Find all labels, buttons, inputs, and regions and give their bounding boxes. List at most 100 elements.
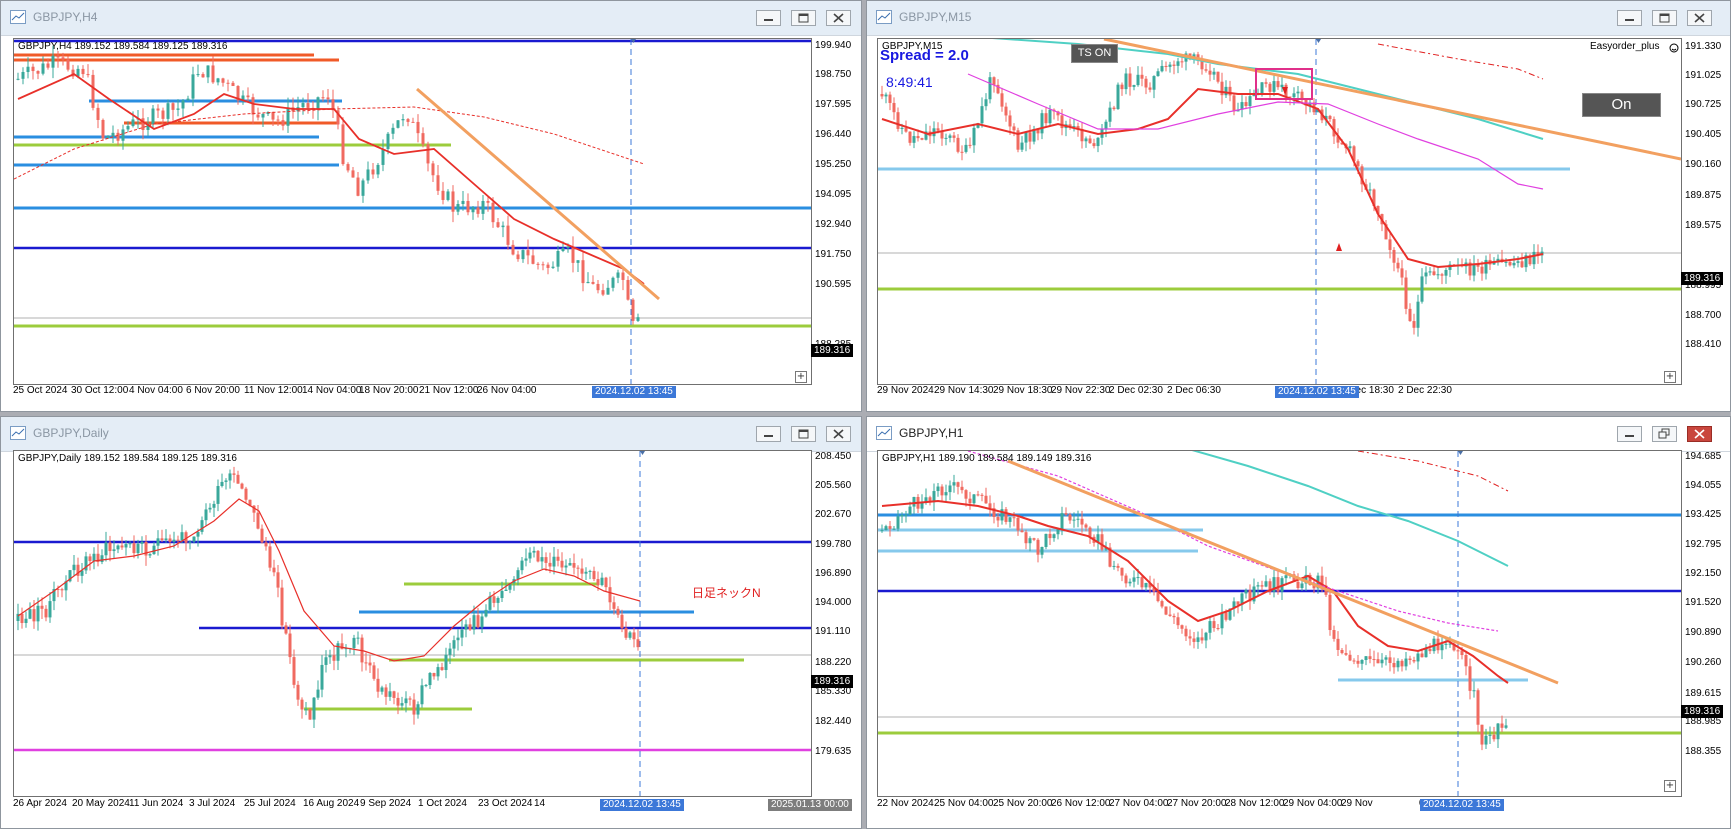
minimize-button[interactable] <box>1617 426 1642 442</box>
candle-body <box>596 283 600 291</box>
zoom-plus-icon[interactable]: + <box>1664 371 1676 383</box>
chart-window-h4[interactable]: GBPJPY,H4 GBPJPY,H4 189.152 189.584 189.… <box>0 0 862 412</box>
candle-body <box>1168 64 1172 67</box>
candle-body <box>536 550 540 562</box>
candlestick-plot[interactable] <box>878 39 1681 384</box>
time-tick-label: 3 Jul 2024 <box>189 798 236 809</box>
maximize-button[interactable] <box>791 426 816 442</box>
close-button[interactable] <box>1687 426 1712 442</box>
candle-body <box>1096 137 1100 147</box>
minimize-button[interactable] <box>1617 10 1642 26</box>
candle-body <box>1480 724 1484 745</box>
time-axis[interactable]: 22 Nov 2024 25 Nov 04:00 25 Nov 20:00 26 No… <box>877 798 1680 812</box>
ea-on-button[interactable]: On <box>1582 93 1661 117</box>
zoom-plus-icon[interactable]: + <box>1664 780 1676 792</box>
candle-body <box>51 55 55 68</box>
time-tick-label: 2 Dec 02:30 <box>1109 385 1163 396</box>
title-bar-h4[interactable]: GBPJPY,H4 <box>1 1 861 36</box>
title-bar-m15[interactable]: GBPJPY,M15 <box>867 1 1730 36</box>
candle-body <box>908 131 912 143</box>
buy-arrow-icon <box>1336 243 1342 251</box>
candle-body <box>108 542 112 552</box>
candle-body <box>280 587 284 626</box>
candle-body <box>26 66 30 73</box>
price-tick-label: 190.260 <box>1685 657 1722 668</box>
candle-body <box>40 605 44 609</box>
price-chart-m15[interactable]: GBPJPY,M15 Spread = 2.0 8:49:41 TS ON Ea… <box>877 38 1682 385</box>
candle-body <box>421 133 425 145</box>
price-axis[interactable]: 208.450 205.560 202.670 199.780 196.890 194.0… <box>811 450 871 795</box>
candle-body <box>1172 615 1176 618</box>
minimize-button[interactable] <box>756 426 781 442</box>
title-bar-h1[interactable]: GBPJPY,H1 <box>867 417 1730 452</box>
candle-body <box>116 132 120 141</box>
candle-body <box>584 571 588 574</box>
candle-body <box>1512 262 1516 266</box>
candle-body <box>1296 581 1300 589</box>
close-button[interactable] <box>826 426 851 442</box>
candle-body <box>1156 71 1160 77</box>
trailing-stop-button[interactable]: TS ON <box>1071 44 1118 63</box>
price-chart-h1[interactable]: GBPJPY,H1 189.190 189.584 189.149 189.31… <box>877 450 1682 797</box>
candle-body <box>900 515 904 517</box>
price-axis[interactable]: 194.685 194.055 193.425 192.795 192.150 191.5… <box>1681 450 1731 795</box>
maximize-button[interactable] <box>1652 10 1677 26</box>
minimize-button[interactable] <box>756 10 781 26</box>
candle-body <box>46 63 50 68</box>
candle-body <box>101 119 105 139</box>
candle-body <box>1108 107 1112 122</box>
close-button[interactable] <box>1687 10 1712 26</box>
maximize-button[interactable] <box>791 10 816 26</box>
candlestick-plot[interactable] <box>878 451 1681 796</box>
candle-body <box>216 78 220 83</box>
price-axis[interactable]: 191.330 191.025 190.725 190.405 190.160 189.8… <box>1681 38 1731 383</box>
candle-body <box>1280 84 1284 88</box>
candle-body <box>892 528 896 530</box>
candle-body <box>1516 261 1520 263</box>
candle-body <box>1476 690 1480 725</box>
candle-body <box>372 665 376 679</box>
title-bar-daily[interactable]: GBPJPY,Daily <box>1 417 861 452</box>
time-tick-label: 29 Nov 04:00 <box>1283 798 1343 809</box>
price-tick-label: 193.425 <box>1685 509 1722 520</box>
candle-body <box>431 163 435 176</box>
candle-body <box>632 632 636 640</box>
chart-window-daily[interactable]: GBPJPY,Daily GBPJPY,Daily 189.152 189.58… <box>0 416 862 829</box>
candle-body <box>1076 518 1080 520</box>
maximize-button[interactable] <box>1652 426 1677 442</box>
close-button[interactable] <box>826 10 851 26</box>
candle-body <box>531 255 535 264</box>
candle-body <box>236 474 240 484</box>
price-tick-label: 192.795 <box>1685 539 1722 550</box>
moving-average-line <box>17 498 641 662</box>
time-axis[interactable]: 26 Apr 2024 20 May 2024 11 Jun 2024 3 Jul 2… <box>13 798 810 812</box>
long-moving-average-line <box>14 106 645 180</box>
candle-body <box>1436 274 1440 276</box>
candle-body <box>1204 632 1208 641</box>
candle-body <box>132 543 136 554</box>
price-tick-label: 199.780 <box>815 539 852 550</box>
chart-window-m15[interactable]: GBPJPY,M15 GBPJPY,M15 Spread = 2.0 8:49:… <box>866 0 1731 412</box>
candle-body <box>1048 109 1052 124</box>
candle-body <box>1132 577 1136 582</box>
price-axis[interactable]: 199.940 198.750 197.595 196.440 195.250 194.0… <box>811 38 871 383</box>
price-tick-label: 191.330 <box>1685 41 1722 52</box>
candle-body <box>1444 269 1448 276</box>
time-axis[interactable]: 25 Oct 2024 30 Oct 12:00 4 Nov 04:00 6 Nov … <box>13 385 810 399</box>
candle-body <box>416 121 420 134</box>
price-chart-h4[interactable]: GBPJPY,H4 189.152 189.584 189.125 189.31… <box>13 38 812 385</box>
candle-body <box>446 191 450 200</box>
candle-body <box>128 543 132 545</box>
candle-body <box>81 68 85 75</box>
zoom-plus-icon[interactable]: + <box>795 371 807 383</box>
long-moving-average-line <box>1357 451 1509 492</box>
candle-body <box>1504 261 1508 263</box>
price-chart-daily[interactable]: GBPJPY,Daily 189.152 189.584 189.125 189… <box>13 450 812 797</box>
candle-body <box>1220 81 1224 96</box>
candlestick-plot[interactable] <box>14 451 811 796</box>
candle-body <box>1360 659 1364 664</box>
chart-window-h1[interactable]: GBPJPY,H1 GBPJPY,H1 189.190 189.584 189.… <box>866 416 1731 829</box>
candlestick-plot[interactable] <box>14 39 811 384</box>
chart-window-icon <box>10 10 26 24</box>
candle-body <box>1404 277 1408 309</box>
